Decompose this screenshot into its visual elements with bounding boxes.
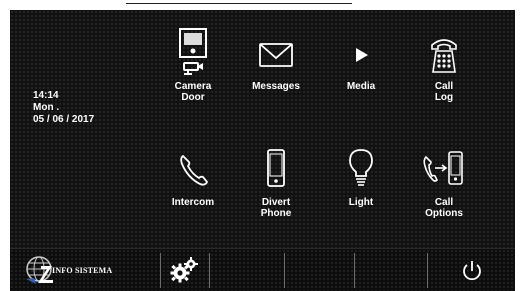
- messages-label: Messages: [252, 81, 300, 92]
- call-log-phone-icon: [431, 39, 457, 73]
- settings-button[interactable]: [161, 249, 209, 291]
- call-options-label: Call Options: [425, 197, 463, 219]
- empty-toolbar-slot[interactable]: [210, 249, 284, 291]
- power-button[interactable]: [428, 249, 515, 291]
- media-tile[interactable]: Media: [317, 34, 405, 92]
- empty-toolbar-slot[interactable]: [355, 249, 427, 291]
- time-text: 14:14: [33, 90, 59, 101]
- date-text: 05 / 06 / 2017: [33, 114, 95, 125]
- date-time-display: 14:14 Mon . 05 / 06 / 2017: [33, 90, 94, 126]
- info-sistema-button[interactable]: INFO SISTEMA: [10, 249, 160, 291]
- top-margin: [0, 0, 525, 10]
- camera-door-tile[interactable]: Camera Door: [149, 28, 237, 103]
- handset-icon: [180, 154, 209, 186]
- info-sistema-label: INFO SISTEMA: [52, 266, 113, 275]
- intercom-label: Intercom: [171, 197, 215, 208]
- bottom-toolbar: INFO SISTEMA: [10, 248, 515, 291]
- divert-phone-tile[interactable]: Divert Phone: [232, 146, 320, 219]
- light-tile[interactable]: Light: [317, 146, 405, 208]
- day-text: Mon .: [33, 102, 60, 113]
- call-log-label: Call Log: [434, 81, 454, 103]
- call-options-tile[interactable]: Call Options: [400, 146, 488, 219]
- camera-door-label: Camera Door: [174, 81, 212, 103]
- empty-toolbar-slot[interactable]: [285, 249, 354, 291]
- intercom-home-screen: 14:14 Mon . 05 / 06 / 2017 Camera Door M…: [10, 10, 515, 291]
- play-icon: [356, 48, 368, 62]
- gears-icon: [170, 257, 198, 283]
- envelope-icon: [259, 43, 293, 67]
- call-log-tile[interactable]: Call Log: [400, 34, 488, 103]
- power-icon: [463, 261, 481, 281]
- top-divider-line: [126, 3, 352, 4]
- smartphone-icon: [267, 149, 285, 187]
- call-forward-icon: [423, 151, 463, 185]
- intercom-tile[interactable]: Intercom: [149, 146, 237, 208]
- light-label: Light: [348, 197, 374, 208]
- divert-phone-label: Divert Phone: [260, 197, 292, 219]
- media-label: Media: [346, 81, 376, 92]
- messages-tile[interactable]: Messages: [232, 34, 320, 92]
- camera-door-icon: [179, 28, 207, 75]
- light-bulb-icon: [349, 149, 373, 186]
